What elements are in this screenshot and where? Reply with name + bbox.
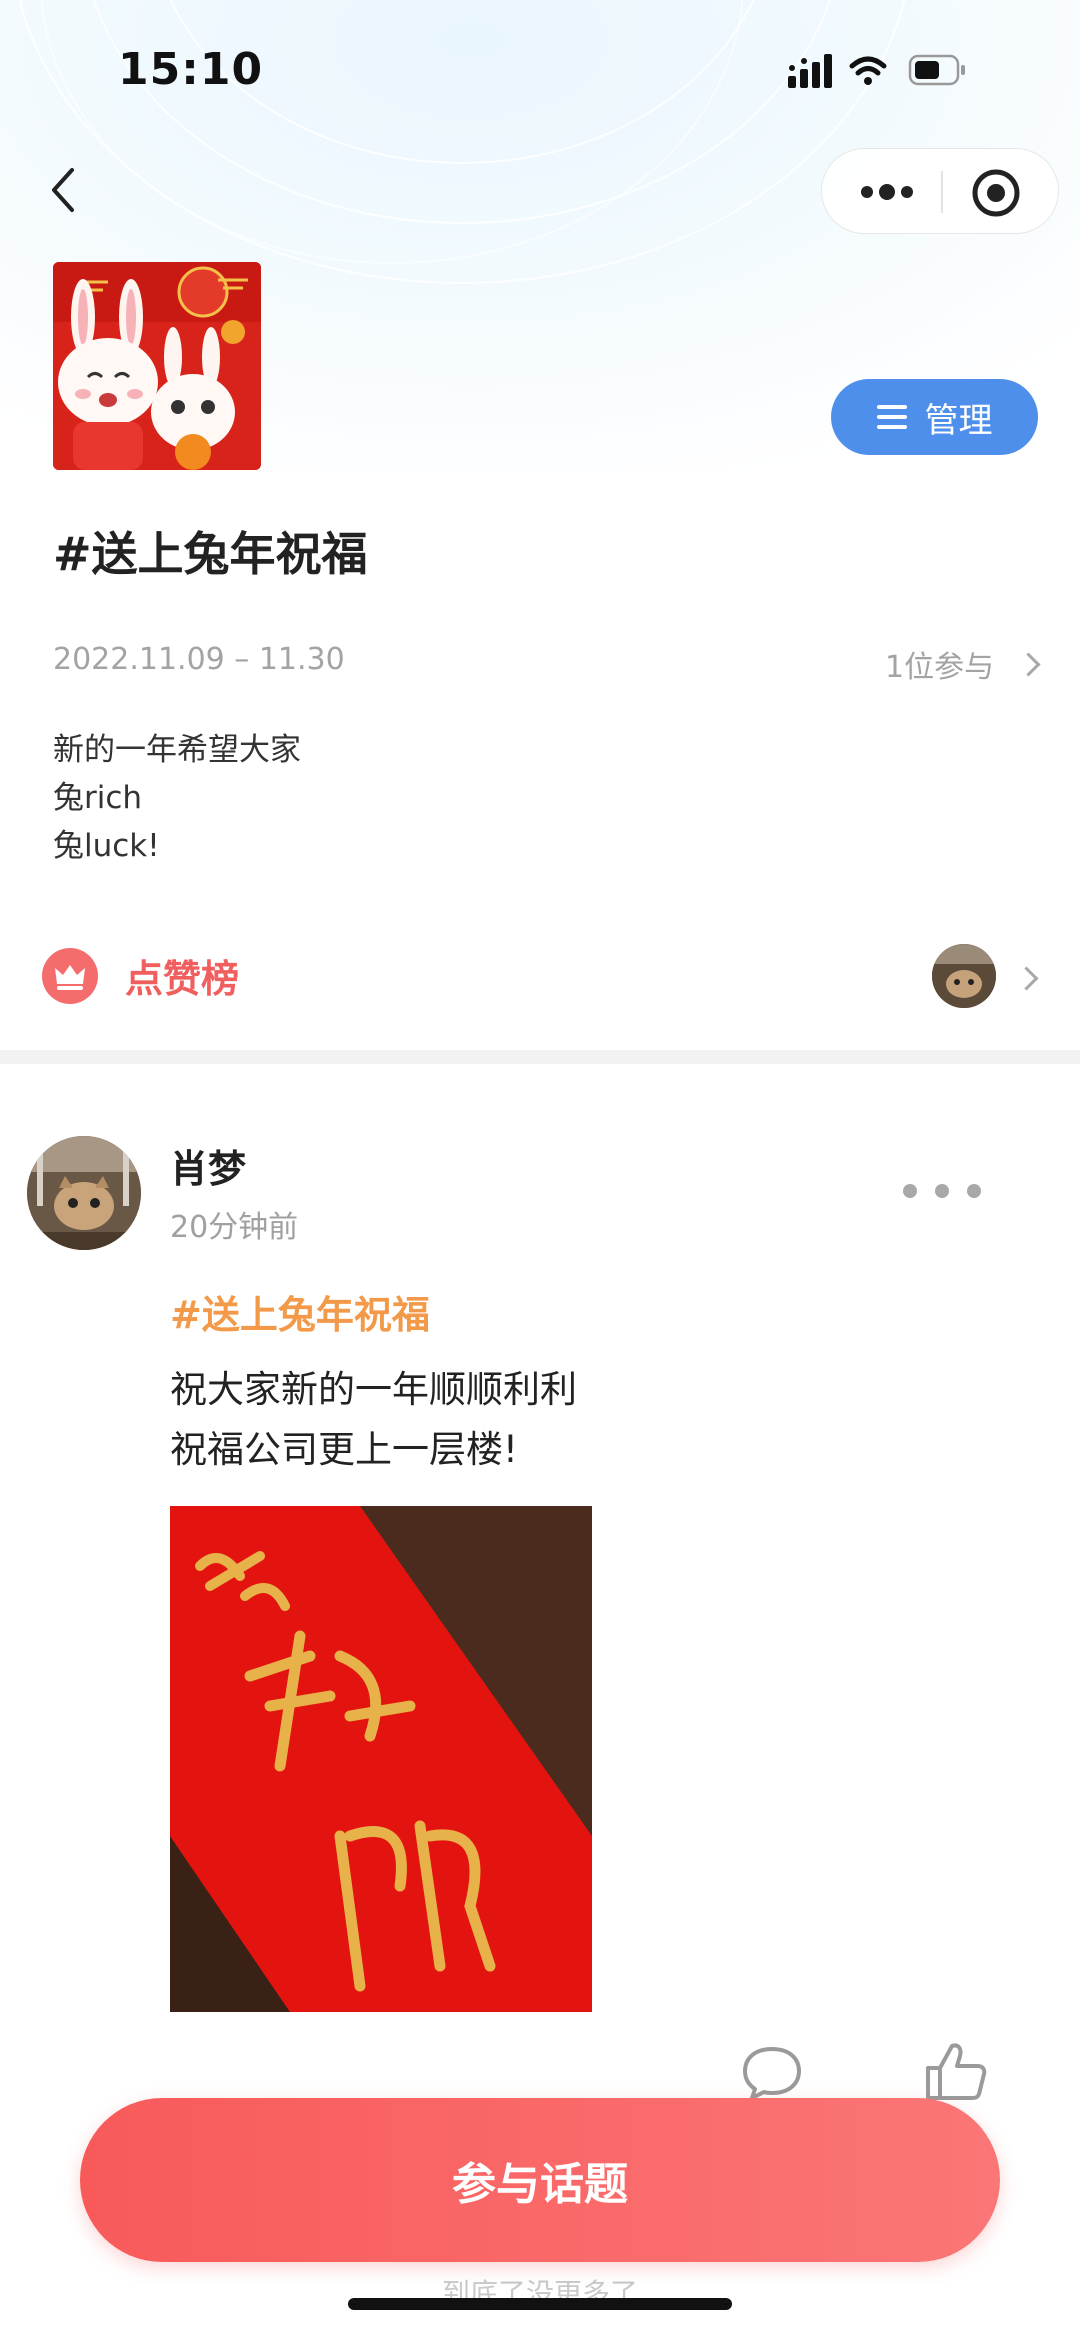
miniprogram-capsule (821, 148, 1059, 234)
signal-icon (788, 54, 832, 88)
avatar[interactable] (27, 1136, 141, 1250)
post-content-line: 祝福公司更上一层楼! (170, 1428, 518, 1471)
battery-icon (908, 54, 965, 86)
comment-button[interactable] (740, 2045, 804, 2101)
description-line: 新的一年希望大家 (53, 732, 301, 768)
like-icon (926, 2043, 987, 2100)
topic-cover-image (53, 262, 261, 470)
post-image[interactable] (170, 1506, 592, 2012)
likes-leaderboard-label: 点赞榜 (125, 957, 240, 1001)
post-content-line: 祝大家新的一年顺顺利利 (170, 1368, 577, 1411)
manage-label: 管理 (924, 400, 993, 441)
wifi-dot (864, 77, 872, 85)
topic-description: 新的一年希望大家 兔rich 兔luck! (53, 726, 301, 870)
more-icon (861, 184, 913, 200)
home-indicator (348, 2298, 732, 2310)
chevron-right-icon (1014, 966, 1039, 991)
post-more-button[interactable] (903, 1180, 983, 1202)
menu-icon (876, 403, 907, 431)
chevron-right-icon (1016, 651, 1041, 677)
post-topic-tag[interactable]: #送上兔年祝福 (170, 1284, 430, 1339)
participants-link[interactable]: 1位参与 (885, 642, 1041, 686)
like-button[interactable] (922, 2040, 988, 2102)
post-author-name: 肖梦 (170, 1147, 247, 1191)
more-button[interactable] (857, 167, 917, 217)
topic-date-range: 2022.11.09 – 11.30 (53, 642, 345, 677)
crown-icon (42, 948, 98, 1004)
post-timestamp: 20分钟前 (170, 1210, 299, 1245)
capsule-divider (941, 171, 943, 213)
comment-icon (743, 2047, 801, 2100)
description-line: 兔rich (53, 780, 143, 816)
back-icon (52, 168, 74, 212)
join-topic-button[interactable]: 参与话题 (80, 2098, 1000, 2262)
participants-count: 1位参与 (885, 650, 995, 685)
close-miniprogram-button[interactable] (970, 167, 1022, 219)
avatar (932, 944, 996, 1008)
section-divider (0, 1050, 1080, 1064)
target-icon (972, 169, 1020, 217)
back-button[interactable] (42, 160, 92, 220)
topic-title: #送上兔年祝福 (53, 527, 368, 581)
likes-leaderboard-row[interactable]: 点赞榜 (40, 940, 1040, 1014)
status-icons (788, 48, 1018, 98)
manage-button[interactable]: 管理 (831, 379, 1038, 455)
wifi-icon (849, 56, 887, 76)
status-time: 15:10 (118, 44, 264, 95)
post-content: 祝大家新的一年顺顺利利 祝福公司更上一层楼! (170, 1360, 577, 1480)
description-line: 兔luck! (53, 828, 160, 864)
